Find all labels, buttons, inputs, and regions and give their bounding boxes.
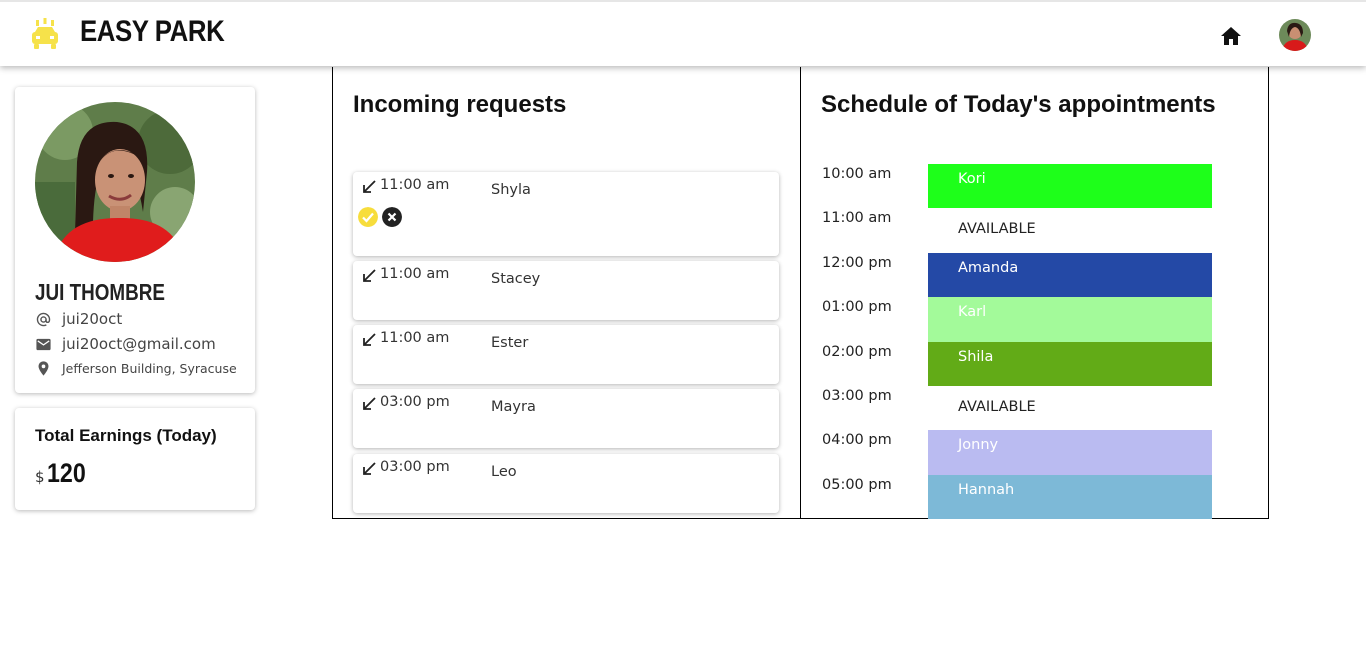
- request-time: 11:00 am: [380, 266, 450, 282]
- appointment-slot[interactable]: Hannah: [928, 474, 1212, 520]
- slot-time: 11:00 am: [822, 210, 892, 227]
- arrow-down-left-icon: [363, 180, 376, 193]
- username-row: jui20oct: [35, 310, 122, 328]
- appointment-slot[interactable]: Kori: [928, 164, 1212, 209]
- request-card[interactable]: 11:00 am Shyla: [353, 172, 779, 256]
- request-time: 11:00 am: [380, 177, 450, 193]
- slot-label: Amanda: [958, 259, 1019, 276]
- slot-label: Karl: [958, 304, 987, 321]
- incoming-requests-title: Incoming requests: [353, 91, 567, 118]
- slot-label: Hannah: [958, 481, 1015, 498]
- arrow-down-left-icon: [363, 269, 376, 282]
- slot-label: AVAILABLE: [958, 399, 1036, 415]
- appointment-slot[interactable]: Jonny: [928, 430, 1212, 475]
- slot-time: 02:00 pm: [822, 343, 892, 360]
- slot-time: 01:00 pm: [822, 299, 892, 316]
- at-sign-icon: [36, 312, 51, 326]
- profile-email: jui20oct@gmail.com: [62, 335, 216, 353]
- appointment-slot[interactable]: AVAILABLE: [928, 208, 1212, 253]
- arrow-down-left-icon: [363, 333, 376, 346]
- earnings-amount: $ 120: [35, 458, 92, 489]
- request-card[interactable]: 03:00 pm Leo: [353, 454, 779, 513]
- accept-check-icon[interactable]: [358, 207, 378, 227]
- earnings-card: Total Earnings (Today) $ 120: [15, 408, 255, 510]
- request-time: 11:00 am: [380, 330, 450, 346]
- slot-time: 05:00 pm: [822, 476, 892, 493]
- user-avatar[interactable]: [1279, 19, 1311, 51]
- appointment-slot[interactable]: Karl: [928, 297, 1212, 342]
- arrow-down-left-icon: [363, 397, 376, 410]
- request-actions: [358, 207, 402, 227]
- schedule-title: Schedule of Today's appointments: [821, 91, 1216, 118]
- slot-time: 12:00 pm: [822, 254, 892, 271]
- email-row: jui20oct@gmail.com: [35, 335, 216, 353]
- profile-username: jui20oct: [62, 310, 123, 328]
- earnings-title: Total Earnings (Today): [35, 426, 217, 445]
- request-card[interactable]: 03:00 pm Mayra: [353, 389, 779, 448]
- slot-label: Kori: [958, 171, 986, 187]
- taxi-icon: [32, 18, 58, 49]
- slot-label: AVAILABLE: [958, 221, 1036, 238]
- reject-close-icon[interactable]: [382, 207, 402, 227]
- profile-name: JUI THOMBRE: [35, 279, 165, 305]
- profile-card: JUI THOMBRE jui20oct jui20oct@gmail.com …: [15, 87, 255, 393]
- request-name: Shyla: [491, 182, 531, 198]
- request-card[interactable]: 11:00 am Ester: [353, 325, 779, 384]
- request-time: 03:00 pm: [380, 459, 450, 475]
- profile-location: Jefferson Building, Syracuse: [62, 361, 237, 376]
- location-row: Jefferson Building, Syracuse: [35, 360, 237, 377]
- incoming-requests-panel: Incoming requests 11:00 am Shyla 11:00 am S…: [332, 67, 801, 519]
- request-name: Stacey: [491, 271, 541, 287]
- request-name: Leo: [491, 464, 517, 480]
- arrow-down-left-icon: [363, 462, 376, 475]
- top-navbar: EASY PARK: [0, 0, 1366, 66]
- brand-title[interactable]: EASY PARK: [80, 15, 225, 49]
- slot-time: 03:00 pm: [822, 388, 892, 404]
- request-card[interactable]: 11:00 am Stacey: [353, 261, 779, 320]
- home-icon[interactable]: [1219, 24, 1243, 48]
- slot-time: 10:00 am: [822, 166, 892, 182]
- appointment-slot[interactable]: Amanda: [928, 252, 1212, 298]
- request-name: Mayra: [491, 399, 536, 415]
- request-name: Ester: [491, 335, 529, 351]
- schedule-panel: Schedule of Today's appointments 10:00 a…: [800, 67, 1269, 520]
- slot-time: 04:00 pm: [822, 432, 892, 449]
- profile-photo: [35, 102, 195, 262]
- slot-label: Jonny: [958, 437, 999, 454]
- appointment-slot[interactable]: Shila: [928, 341, 1212, 386]
- slot-label: Shila: [958, 348, 994, 365]
- mail-icon: [36, 338, 51, 350]
- location-pin-icon: [38, 361, 49, 376]
- earnings-currency: $: [35, 468, 45, 486]
- earnings-value: 120: [46, 458, 86, 488]
- appointment-slot[interactable]: AVAILABLE: [928, 386, 1212, 431]
- request-time: 03:00 pm: [380, 394, 450, 410]
